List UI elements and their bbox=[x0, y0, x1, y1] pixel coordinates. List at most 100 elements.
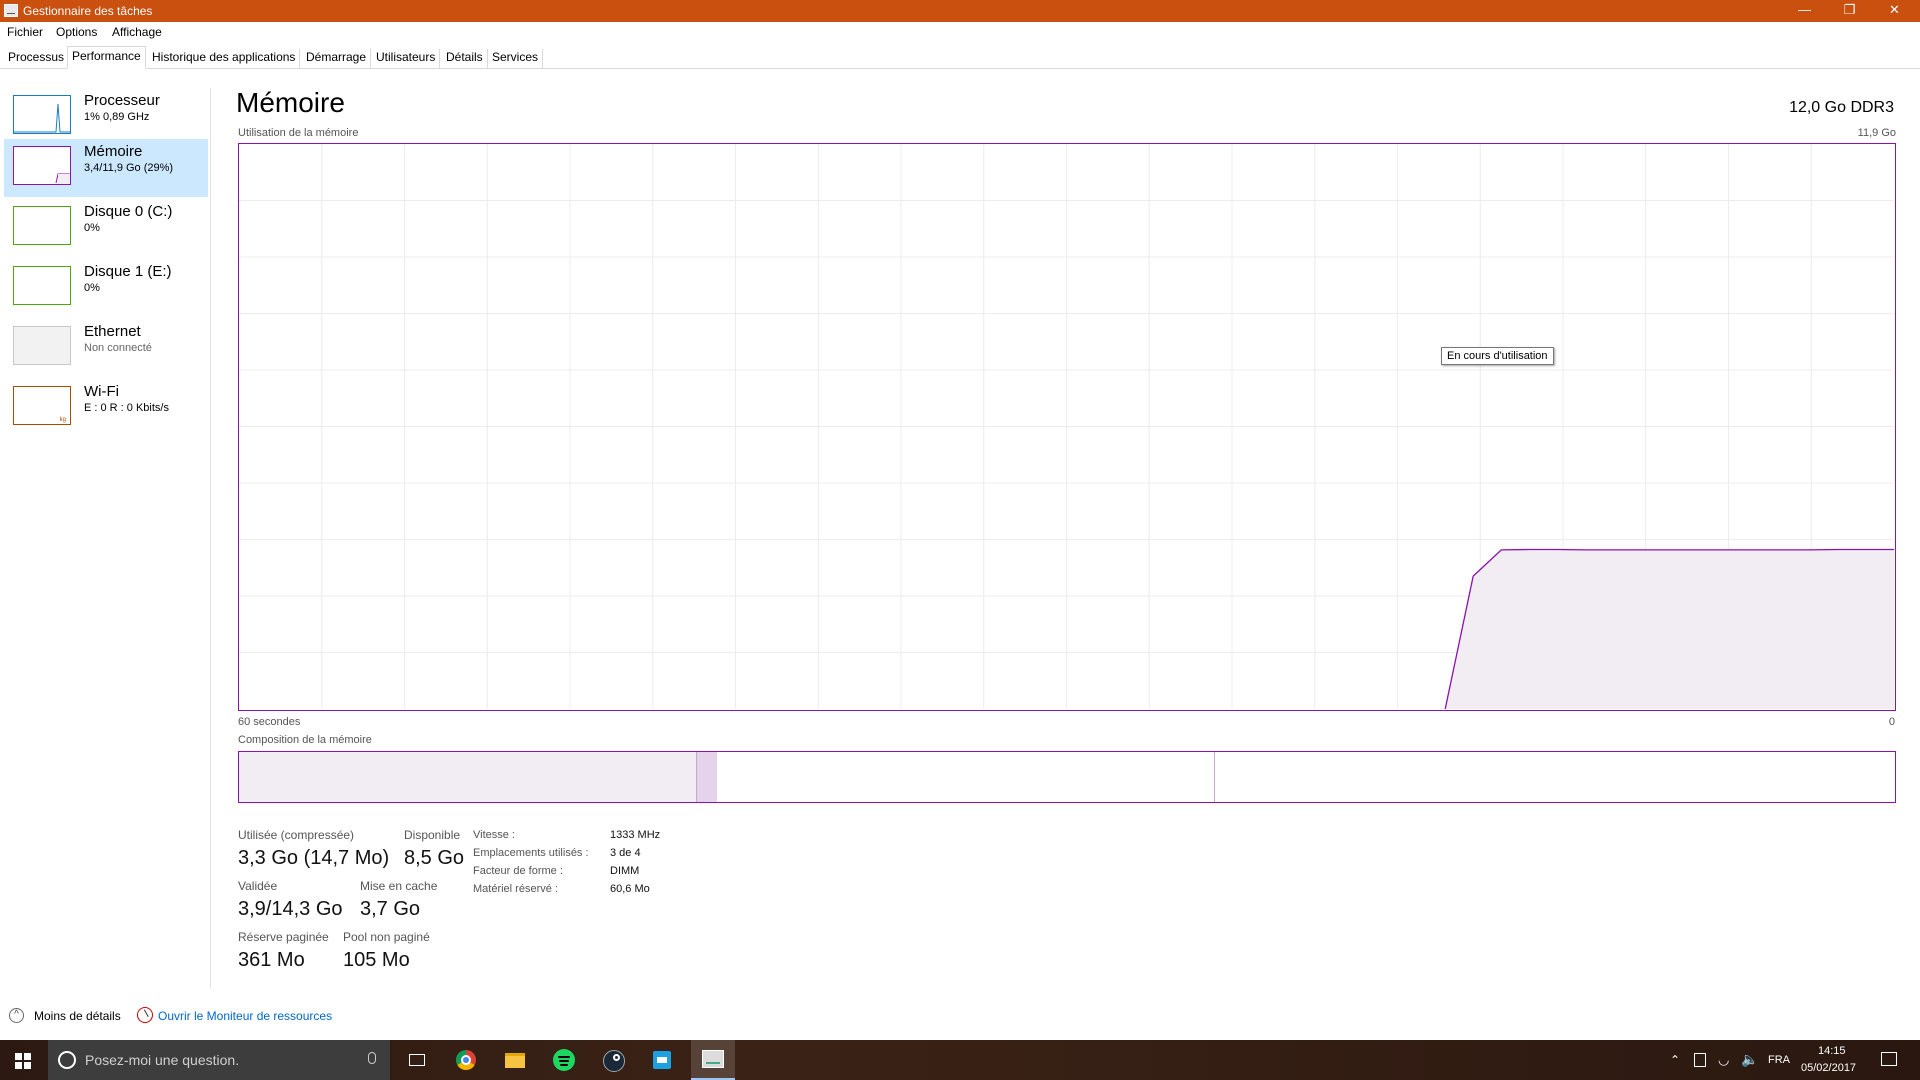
windows-icon bbox=[15, 1053, 31, 1069]
sidebar-item-title: Disque 0 (C:) bbox=[84, 203, 173, 220]
tab-performance[interactable]: Performance bbox=[67, 46, 146, 69]
chrome-icon[interactable] bbox=[454, 1048, 478, 1072]
sidebar-item-ethernet[interactable]: Ethernet Non connecté bbox=[4, 319, 208, 377]
wifi-icon[interactable]: ◡ bbox=[1718, 1052, 1729, 1068]
cached-value: 3,7 Go bbox=[360, 898, 421, 920]
memory-usage-chart[interactable] bbox=[238, 143, 1896, 711]
sidebar-item-title: Processeur bbox=[84, 92, 160, 109]
menu-affichage[interactable]: Affichage bbox=[112, 25, 162, 39]
tab-details[interactable]: Détails bbox=[442, 49, 488, 68]
start-button[interactable] bbox=[0, 1040, 46, 1080]
language-indicator[interactable]: FRA bbox=[1768, 1054, 1790, 1066]
clock-date[interactable]: 05/02/2017 bbox=[1801, 1062, 1856, 1074]
menu-options[interactable]: Options bbox=[56, 25, 97, 39]
chart-tooltip: En cours d'utilisation bbox=[1441, 347, 1554, 365]
chevron-up-icon[interactable]: ^ bbox=[9, 1008, 24, 1023]
speed-value: 1333 MHz bbox=[610, 829, 661, 841]
fewer-details-link[interactable]: Moins de détails bbox=[34, 1009, 121, 1023]
sidebar-item-subtitle: Non connecté bbox=[84, 342, 152, 354]
title-bar: Gestionnaire des tâches — ❐ ✕ bbox=[0, 0, 1920, 22]
wifi-thumbnail: kg bbox=[13, 386, 71, 425]
search-box[interactable]: Posez-moi une question. bbox=[48, 1040, 390, 1080]
nonpaged-pool-value: 105 Mo bbox=[343, 949, 410, 971]
wifi-thumb-label: kg bbox=[59, 417, 66, 423]
tab-demarrage[interactable]: Démarrage bbox=[302, 49, 372, 68]
nonpaged-pool-label: Pool non paginé bbox=[343, 930, 430, 944]
sidebar-item-memoire[interactable]: Mémoire 3,4/11,9 Go (29%) bbox=[4, 139, 208, 197]
memory-thumbnail bbox=[13, 146, 71, 185]
volume-icon[interactable]: 🔈 bbox=[1741, 1051, 1758, 1068]
composition-standby[interactable] bbox=[717, 752, 1215, 802]
menu-fichier[interactable]: Fichier bbox=[7, 25, 43, 39]
menu-bar: Fichier Options Affichage bbox=[0, 22, 1920, 42]
used-value: 3,3 Go (14,7 Mo) bbox=[238, 847, 390, 869]
resource-monitor-link[interactable]: Ouvrir le Moniteur de ressources bbox=[158, 1009, 332, 1023]
used-label: Utilisée (compressée) bbox=[238, 828, 355, 842]
ethernet-thumbnail bbox=[13, 326, 71, 365]
tab-historique[interactable]: Historique des applications bbox=[148, 49, 301, 68]
sidebar-item-subtitle: 1% 0,89 GHz bbox=[84, 111, 150, 123]
composition-modified[interactable] bbox=[695, 752, 720, 802]
sidebar-item-subtitle: 3,4/11,9 Go (29%) bbox=[84, 162, 174, 174]
paged-pool-label: Réserve paginée bbox=[238, 930, 329, 944]
action-center-icon[interactable] bbox=[1881, 1052, 1897, 1066]
app-icon[interactable] bbox=[650, 1048, 674, 1072]
taskbar: Posez-moi une question. ⌃ ◡ 🔈 FRA 14:15 … bbox=[0, 1040, 1920, 1080]
tab-utilisateurs[interactable]: Utilisateurs bbox=[372, 49, 441, 68]
usage-chart-label: Utilisation de la mémoire bbox=[238, 127, 359, 139]
reserved-label: Matériel réservé : bbox=[473, 883, 558, 895]
tab-services[interactable]: Services bbox=[488, 49, 544, 68]
resource-monitor-icon[interactable] bbox=[137, 1007, 153, 1023]
close-button[interactable]: ✕ bbox=[1872, 0, 1917, 22]
memory-spec: 12,0 Go DDR3 bbox=[1789, 99, 1894, 116]
slots-label: Emplacements utilisés : bbox=[473, 847, 589, 859]
composition-label: Composition de la mémoire bbox=[238, 734, 372, 746]
chart-svg bbox=[239, 144, 1894, 709]
battery-icon[interactable] bbox=[1694, 1053, 1706, 1067]
page-title: Mémoire bbox=[236, 87, 345, 118]
paged-pool-value: 361 Mo bbox=[238, 949, 305, 971]
sidebar-item-subtitle: E : 0 R : 0 Kbits/s bbox=[84, 402, 169, 414]
cortana-icon bbox=[58, 1051, 76, 1069]
form-factor-label: Facteur de forme : bbox=[473, 865, 563, 877]
cpu-thumbnail bbox=[13, 95, 71, 134]
sidebar-item-wifi[interactable]: kg Wi-Fi E : 0 R : 0 Kbits/s bbox=[4, 379, 208, 437]
maximize-button[interactable]: ❐ bbox=[1827, 0, 1872, 22]
disk0-thumbnail bbox=[13, 206, 71, 245]
usage-area bbox=[1445, 549, 1894, 709]
microphone-icon[interactable] bbox=[368, 1052, 376, 1064]
sidebar-item-title: Wi-Fi bbox=[84, 383, 119, 400]
sidebar-item-title: Ethernet bbox=[84, 323, 141, 340]
tab-processus[interactable]: Processus bbox=[4, 49, 70, 68]
sidebar-item-subtitle: 0% bbox=[84, 222, 100, 234]
reserved-value: 60,6 Mo bbox=[610, 883, 650, 895]
memory-composition-bar[interactable] bbox=[238, 751, 1896, 803]
spotify-icon[interactable] bbox=[552, 1048, 576, 1072]
available-value: 8,5 Go bbox=[404, 847, 465, 869]
task-manager-icon bbox=[4, 4, 18, 17]
task-view-icon[interactable] bbox=[405, 1048, 429, 1072]
form-factor-value: DIMM bbox=[610, 865, 640, 877]
usage-chart-max: 11,9 Go bbox=[1857, 127, 1896, 139]
composition-in-use[interactable] bbox=[239, 752, 696, 802]
window-title: Gestionnaire des tâches bbox=[23, 4, 153, 18]
minimize-button[interactable]: — bbox=[1782, 0, 1827, 22]
slots-value: 3 de 4 bbox=[610, 847, 641, 859]
file-explorer-icon[interactable] bbox=[503, 1048, 527, 1072]
search-placeholder: Posez-moi une question. bbox=[85, 1052, 240, 1068]
sidebar-item-disque-1[interactable]: Disque 1 (E:) 0% bbox=[4, 259, 208, 317]
tray-expand-icon[interactable]: ⌃ bbox=[1670, 1053, 1680, 1067]
committed-value: 3,9/14,3 Go bbox=[238, 898, 343, 920]
sidebar-item-disque-0[interactable]: Disque 0 (C:) 0% bbox=[4, 199, 208, 257]
chart-time-right: 0 bbox=[1888, 716, 1895, 728]
sidebar-item-subtitle: 0% bbox=[84, 282, 100, 294]
speed-label: Vitesse : bbox=[473, 829, 515, 841]
sidebar-divider bbox=[210, 88, 211, 988]
task-manager-taskbar-button[interactable] bbox=[691, 1040, 735, 1080]
clock-time[interactable]: 14:15 bbox=[1818, 1045, 1846, 1057]
sidebar-item-processeur[interactable]: Processeur 1% 0,89 GHz bbox=[4, 88, 208, 146]
sidebar-item-title: Disque 1 (E:) bbox=[84, 263, 172, 280]
committed-label: Validée bbox=[238, 879, 278, 893]
steam-icon[interactable] bbox=[601, 1048, 625, 1072]
cached-label: Mise en cache bbox=[360, 879, 438, 893]
